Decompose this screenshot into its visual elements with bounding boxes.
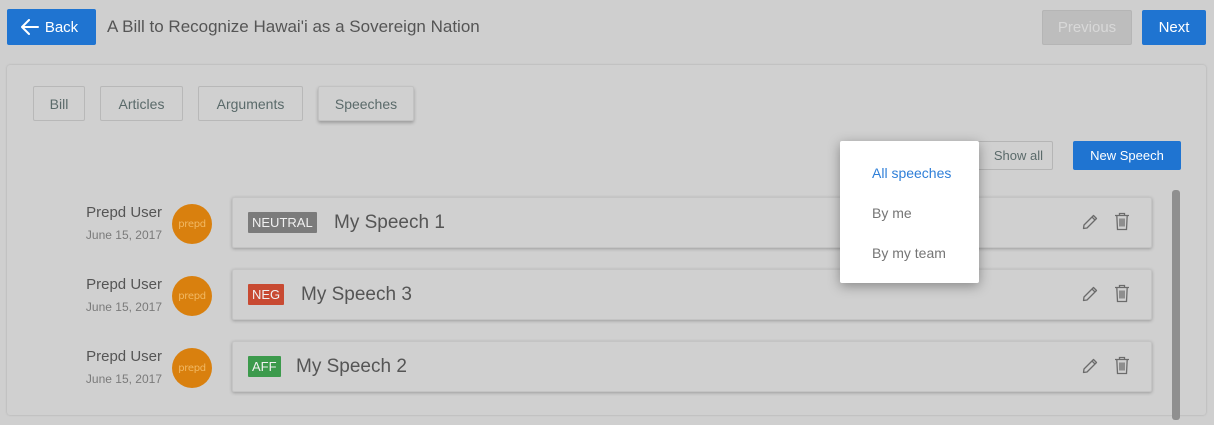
tab-speeches[interactable]: Speeches <box>318 86 414 121</box>
author-name: Prepd User <box>86 348 162 365</box>
speech-card[interactable]: NEG My Speech 3 <box>232 269 1152 320</box>
speech-title[interactable]: My Speech 1 <box>334 212 445 234</box>
pencil-icon[interactable] <box>1081 285 1099 308</box>
speech-card[interactable]: AFF My Speech 2 <box>232 341 1152 392</box>
speech-row: Prepd User June 15, 2017 prepd AFF My Sp… <box>7 341 1167 400</box>
speech-date: June 15, 2017 <box>85 228 162 242</box>
top-bar: Back A Bill to Recognize Hawai'i as a So… <box>0 0 1214 56</box>
back-button-label: Back <box>44 18 79 36</box>
author-name: Prepd User <box>86 204 162 221</box>
avatar: prepd <box>172 276 212 316</box>
stance-badge: NEG <box>248 284 285 305</box>
trash-icon[interactable] <box>1114 284 1130 308</box>
show-all-button[interactable]: Show all <box>973 141 1053 170</box>
speech-title[interactable]: My Speech 3 <box>301 284 412 306</box>
main-panel: Bill Articles Arguments Speeches Show al… <box>7 65 1206 420</box>
speech-row: Prepd User June 15, 2017 prepd NEUTRAL M… <box>7 197 1167 256</box>
stance-badge: AFF <box>248 356 281 377</box>
avatar: prepd <box>172 348 212 388</box>
pencil-icon[interactable] <box>1081 357 1099 380</box>
trash-icon[interactable] <box>1114 212 1130 236</box>
speech-title[interactable]: My Speech 2 <box>296 356 407 378</box>
menu-item-all-speeches[interactable]: All speeches <box>872 165 951 181</box>
tab-articles[interactable]: Articles <box>100 86 183 121</box>
menu-item-by-my-team[interactable]: By my team <box>872 245 946 261</box>
speech-card[interactable]: NEUTRAL My Speech 1 <box>232 197 1152 248</box>
scrollbar[interactable] <box>1170 190 1182 425</box>
trash-icon[interactable] <box>1114 356 1130 380</box>
new-speech-button[interactable]: New Speech <box>1073 141 1181 170</box>
page-title: A Bill to Recognize Hawai'i as a Soverei… <box>107 17 480 36</box>
scrollbar-thumb[interactable] <box>1172 190 1180 420</box>
stance-badge: NEUTRAL <box>248 212 317 233</box>
arrow-left-icon <box>20 19 39 35</box>
back-button[interactable]: Back <box>7 9 96 45</box>
menu-item-by-me[interactable]: By me <box>872 205 912 221</box>
next-button[interactable]: Next <box>1142 10 1206 45</box>
speech-date: June 15, 2017 <box>85 300 162 314</box>
previous-button[interactable]: Previous <box>1042 10 1132 45</box>
speech-date: June 15, 2017 <box>85 372 162 386</box>
filter-dropdown-menu: All speeches By me By my team <box>840 141 979 283</box>
tab-bill[interactable]: Bill <box>33 86 85 121</box>
speech-row: Prepd User June 15, 2017 prepd NEG My Sp… <box>7 269 1167 328</box>
tab-arguments[interactable]: Arguments <box>198 86 303 121</box>
pencil-icon[interactable] <box>1081 213 1099 236</box>
author-name: Prepd User <box>86 276 162 293</box>
avatar: prepd <box>172 204 212 244</box>
